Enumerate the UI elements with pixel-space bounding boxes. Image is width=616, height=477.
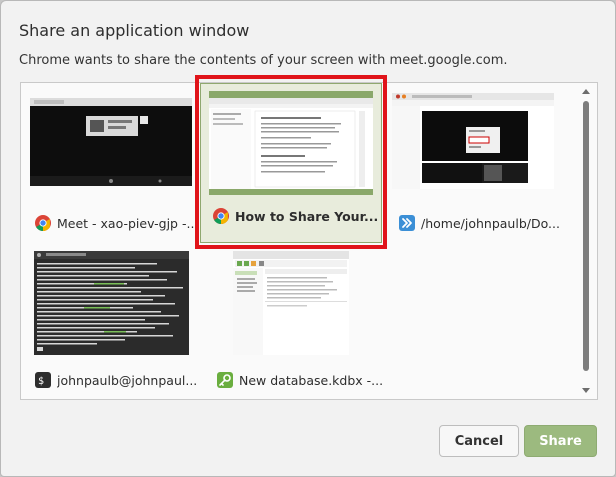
window-grid: Meet - xao-piev-gjp -... How to Share Yo… bbox=[20, 82, 598, 400]
window-tile-file-manager[interactable]: /home/johnpaulb/Do... bbox=[387, 88, 567, 244]
window-label: $ johnpaulb@johnpaul... bbox=[35, 370, 201, 390]
window-thumbnail bbox=[233, 251, 349, 355]
window-thumbnail bbox=[34, 251, 189, 355]
cancel-button[interactable]: Cancel bbox=[439, 425, 519, 457]
keepassxc-icon bbox=[217, 372, 233, 388]
terminal-icon: $ bbox=[35, 372, 51, 388]
chrome-icon bbox=[35, 215, 51, 231]
vertical-scrollbar[interactable] bbox=[580, 87, 593, 397]
window-thumbnail bbox=[30, 98, 192, 186]
window-label: How to Share Your... bbox=[213, 206, 379, 226]
window-label: New database.kdbx -... bbox=[217, 370, 383, 390]
share-button[interactable]: Share bbox=[524, 425, 597, 457]
scroll-down-arrow-icon[interactable] bbox=[582, 388, 590, 393]
svg-text:$: $ bbox=[38, 376, 44, 387]
file-manager-icon bbox=[399, 215, 415, 231]
scroll-up-arrow-icon[interactable] bbox=[582, 89, 590, 94]
window-thumbnail bbox=[392, 93, 554, 189]
dialog-title: Share an application window bbox=[19, 21, 250, 40]
window-tile-how-to-share[interactable]: How to Share Your... bbox=[200, 83, 382, 243]
window-tile-terminal[interactable]: $ johnpaulb@johnpaul... bbox=[23, 245, 203, 401]
chrome-icon bbox=[213, 208, 229, 224]
dialog-subtitle: Chrome wants to share the contents of yo… bbox=[19, 53, 508, 68]
scrollbar-thumb[interactable] bbox=[583, 101, 589, 371]
window-tile-meet[interactable]: Meet - xao-piev-gjp -... bbox=[23, 88, 203, 244]
share-window-dialog: Share an application window Chrome wants… bbox=[0, 0, 616, 477]
window-tile-keepass[interactable]: New database.kdbx -... bbox=[205, 245, 385, 401]
window-label: Meet - xao-piev-gjp -... bbox=[35, 213, 201, 233]
window-thumbnail bbox=[209, 91, 373, 195]
window-label: /home/johnpaulb/Do... bbox=[399, 213, 565, 233]
